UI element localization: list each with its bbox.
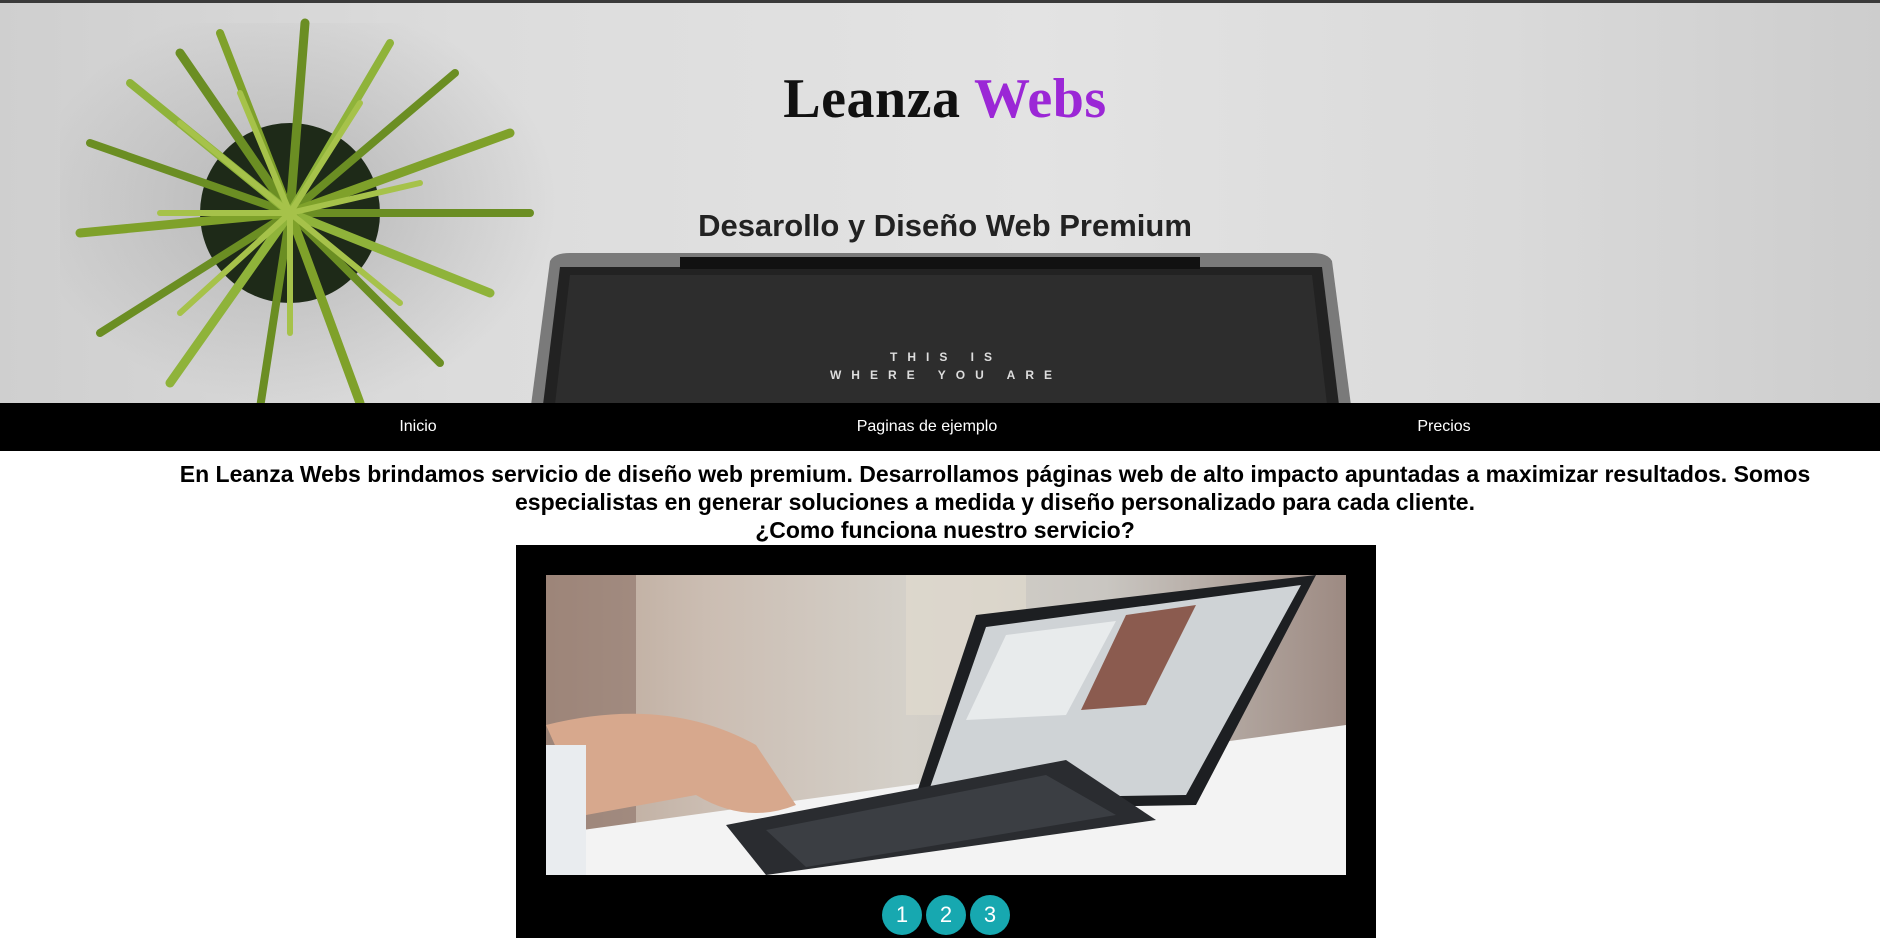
slide-laptop-photo xyxy=(546,575,1346,875)
service-question: ¿Como funciona nuestro servicio? xyxy=(755,517,1135,543)
main-navbar: Inicio Paginas de ejemplo Precios xyxy=(0,403,1880,451)
slider-dot-1[interactable]: 1 xyxy=(882,895,922,935)
hero-tagline: Desarollo y Diseño Web Premium xyxy=(698,208,1192,243)
slider-dot-3[interactable]: 3 xyxy=(970,895,1010,935)
slider-pagination: 1 2 3 xyxy=(516,895,1376,935)
brand-name-part1: Leanza xyxy=(783,68,961,130)
nav-item-precios[interactable]: Precios xyxy=(1294,403,1594,451)
hero-banner: THIS IS WHERE YOU ARE Leanza Webs Desaro… xyxy=(0,3,1880,403)
brand-logo: Leanza Webs xyxy=(0,67,1880,131)
hero-screen-text-2: WHERE YOU ARE xyxy=(830,368,1062,382)
hero-screen-text-1: THIS IS xyxy=(890,350,1002,364)
nav-item-inicio[interactable]: Inicio xyxy=(268,403,568,451)
image-slider: 1 2 3 xyxy=(516,545,1376,938)
hero-laptop-illustration: THIS IS WHERE YOU ARE xyxy=(531,253,1351,403)
nav-item-paginas-de-ejemplo[interactable]: Paginas de ejemplo xyxy=(777,403,1077,451)
slider-dot-2[interactable]: 2 xyxy=(926,895,966,935)
laptop-photo-illustration xyxy=(546,575,1346,875)
brand-name-part2: Webs xyxy=(974,68,1107,130)
intro-text: En Leanza Webs brindamos servicio de dis… xyxy=(179,461,1811,515)
